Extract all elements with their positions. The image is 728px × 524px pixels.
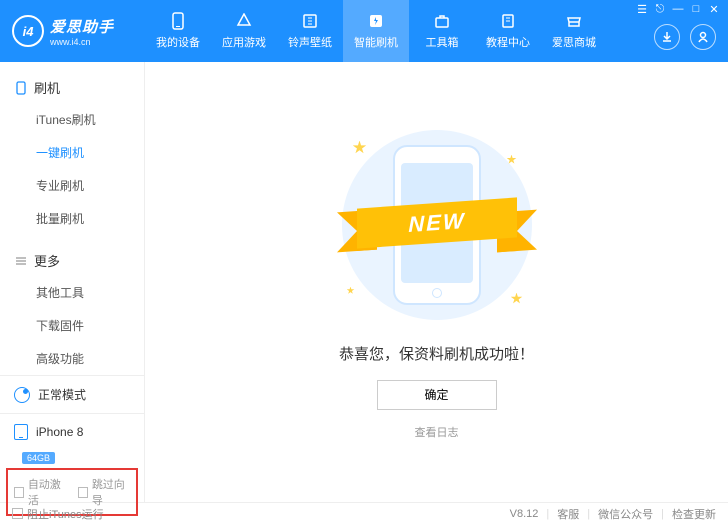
lock-icon[interactable]: ⎋ [652,2,668,16]
top-nav: 我的设备 应用游戏 铃声壁纸 智能刷机 工具箱 教程中心 爱思商城 [145,0,654,62]
app-header: i4 爱思助手 www.i4.cn 我的设备 应用游戏 铃声壁纸 智能刷机 工具… [0,0,728,62]
mode-label: 正常模式 [38,386,86,403]
nav-apps[interactable]: 应用游戏 [211,0,277,62]
nav-tutorial[interactable]: 教程中心 [475,0,541,62]
checkbox-icon [14,487,24,498]
app-name: 爱思助手 [50,16,114,37]
checkbox-icon [12,508,23,519]
phone-icon [169,12,187,30]
sidebar-item-other-tools[interactable]: 其他工具 [0,276,144,309]
sidebar-item-itunes-flash[interactable]: iTunes刷机 [0,103,144,136]
user-button[interactable] [690,24,716,50]
nav-shop[interactable]: 爱思商城 [541,0,607,62]
mode-row[interactable]: 正常模式 [0,376,144,413]
menu-lines-icon [14,254,28,268]
nav-my-device[interactable]: 我的设备 [145,0,211,62]
minimize-button[interactable]: — [670,2,686,16]
menu-icon[interactable]: ☰ [634,2,650,16]
nav-ringtones[interactable]: 铃声壁纸 [277,0,343,62]
apps-icon [235,12,253,30]
wechat-link[interactable]: 微信公众号 [598,506,653,522]
shop-icon [565,12,583,30]
storage-badge: 64GB [22,452,55,464]
device-name: iPhone 8 [36,425,83,439]
sidebar: 刷机 iTunes刷机 一键刷机 专业刷机 批量刷机 更多 其他工具 下载固件 … [0,62,145,502]
sidebar-item-batch-flash[interactable]: 批量刷机 [0,202,144,235]
nav-flash[interactable]: 智能刷机 [343,0,409,62]
main-content: NEW 恭喜您，保资料刷机成功啦！ 确定 查看日志 [145,62,728,502]
sidebar-item-oneclick-flash[interactable]: 一键刷机 [0,136,144,169]
skip-guide-checkbox[interactable]: 跳过向导 [78,476,130,508]
app-url: www.i4.cn [50,37,114,47]
logo-block: i4 爱思助手 www.i4.cn [0,0,145,62]
sidebar-group-flash[interactable]: 刷机 [0,72,144,103]
check-update-link[interactable]: 检查更新 [672,506,716,522]
new-ribbon: NEW [337,203,537,253]
window-controls: ☰ ⎋ — □ ✕ [628,0,728,18]
phone-outline-icon [14,81,28,95]
sidebar-item-download-firmware[interactable]: 下载固件 [0,309,144,342]
support-link[interactable]: 客服 [557,506,579,522]
music-icon [301,12,319,30]
view-log-link[interactable]: 查看日志 [415,424,459,440]
toolbox-icon [433,12,451,30]
sidebar-item-pro-flash[interactable]: 专业刷机 [0,169,144,202]
download-button[interactable] [654,24,680,50]
maximize-button[interactable]: □ [688,2,704,16]
device-icon [14,424,28,440]
logo-icon: i4 [12,15,44,47]
success-message: 恭喜您，保资料刷机成功啦！ [339,343,534,364]
flash-icon [367,12,385,30]
book-icon [499,12,517,30]
close-button[interactable]: ✕ [706,2,722,16]
ok-button[interactable]: 确定 [377,380,497,410]
version-label: V8.12 [510,508,539,520]
nav-toolbox[interactable]: 工具箱 [409,0,475,62]
sidebar-group-more[interactable]: 更多 [0,245,144,276]
device-row[interactable]: iPhone 8 [0,414,144,450]
sidebar-item-advanced[interactable]: 高级功能 [0,342,144,375]
block-itunes-checkbox[interactable]: 阻止iTunes运行 [12,506,104,522]
mode-icon [14,387,30,403]
auto-activate-checkbox[interactable]: 自动激活 [14,476,66,508]
success-illustration: NEW [317,125,557,325]
checkbox-icon [78,487,88,498]
